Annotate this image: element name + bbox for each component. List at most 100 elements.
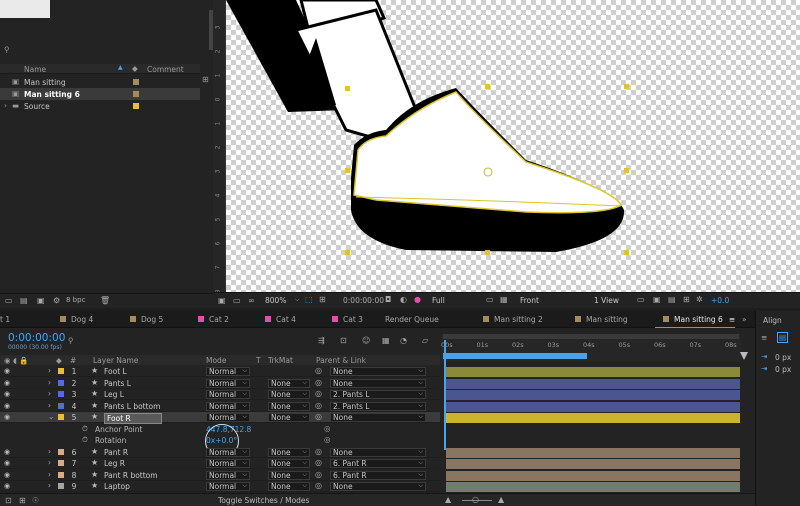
pickwhip-icon[interactable]: ◎ (315, 366, 322, 375)
graph-editor-icon[interactable]: ▱ (422, 336, 428, 345)
trkmat-select[interactable]: None (268, 482, 310, 491)
roi-icon[interactable]: ▭ (486, 295, 494, 304)
eye-icon[interactable]: ◉ (4, 367, 10, 375)
layer-name[interactable]: Pants L bottom (104, 402, 160, 411)
layer-duration-bar[interactable] (446, 459, 740, 469)
layer-row[interactable]: ◉ › 1 ★ Foot L Normal ◎ None (0, 366, 440, 377)
layer-duration-bar[interactable] (446, 367, 740, 377)
layer-duration-bar[interactable] (446, 470, 740, 481)
layer-label-color[interactable] (58, 402, 64, 409)
trkmat-select[interactable]: None (268, 470, 310, 480)
tab-render-queue[interactable]: Render Queue (385, 315, 439, 324)
trkmat-select[interactable]: None (268, 459, 310, 468)
trkmat-select[interactable]: None (268, 413, 310, 422)
col-mode[interactable]: Mode (206, 356, 226, 365)
parent-select[interactable]: None (330, 482, 426, 491)
interpret-icon[interactable]: ▭ (5, 296, 13, 305)
expand-icon[interactable]: ⊡ (5, 496, 12, 505)
eye-icon[interactable]: ◉ (4, 402, 10, 410)
mode-select[interactable]: Normal (206, 401, 250, 411)
comp-flowchart-icon[interactable]: ⇶ (318, 336, 325, 345)
layer-label-color[interactable] (58, 414, 64, 420)
pickwhip-icon[interactable]: ◎ (315, 378, 322, 387)
chevron-icon[interactable]: ⌄ (48, 412, 54, 421)
tab-cat-3[interactable]: Cat 3 (332, 315, 363, 324)
layer-search[interactable]: ⚲ (68, 336, 298, 347)
channel-icon[interactable]: ◐ (400, 295, 407, 304)
col-t[interactable]: T (256, 356, 261, 365)
camera-icon[interactable]: ◘ (385, 295, 391, 304)
sort-icon[interactable]: ▲ (118, 64, 123, 71)
trkmat-select[interactable]: None (268, 390, 310, 399)
stopwatch-icon[interactable]: ⏱ (82, 424, 88, 434)
eye-icon[interactable]: ◉ (4, 379, 10, 387)
layer-duration-bar[interactable] (446, 413, 740, 423)
project-item[interactable]: ▣ Man sitting (0, 76, 200, 88)
timeline-icon[interactable]: ▤ (668, 295, 676, 304)
motion-blur-icon[interactable]: ◔ (400, 336, 407, 345)
tab-cat-2[interactable]: Cat 2 (198, 315, 229, 324)
layer-label-color[interactable] (58, 448, 64, 455)
layer-duration-bar[interactable] (446, 378, 740, 389)
pickwhip-icon[interactable]: ◎ (315, 389, 322, 398)
layer-row[interactable]: ◉ › 4 ★ Pants L bottom Normal None ◎ 2. Pants L (0, 401, 440, 412)
folder-icon[interactable]: ▤ (20, 296, 28, 305)
mode-select[interactable]: Normal (206, 378, 250, 388)
chevron-right-icon[interactable]: › (4, 101, 7, 110)
chevron-icon[interactable]: › (48, 378, 51, 387)
parent-select[interactable]: 2. Pants L (330, 401, 426, 411)
project-item[interactable]: ▬ › Source (0, 100, 200, 112)
layer-name[interactable]: Foot R (104, 413, 162, 424)
render-range-bar[interactable] (443, 353, 587, 359)
eye-icon[interactable]: ◉ (4, 459, 10, 467)
keyframe-marker[interactable] (444, 437, 446, 444)
project-search[interactable]: ⚲ (4, 45, 213, 56)
align-center-icon[interactable]: ▤ (777, 332, 789, 343)
layer-name[interactable]: Pant R bottom (104, 471, 158, 480)
view-select[interactable]: Front (520, 296, 539, 305)
layer-duration-bar[interactable] (446, 390, 740, 400)
layer-name[interactable]: Pants L (104, 379, 131, 388)
trkmat-select[interactable]: None (268, 447, 310, 457)
pickwhip-icon[interactable]: ◎ (315, 470, 322, 479)
work-area-bar[interactable] (443, 334, 739, 339)
parent-select[interactable]: None (330, 367, 426, 376)
align-value-2[interactable]: 0 px (775, 365, 791, 374)
flowchart-icon[interactable]: ⊞ (683, 295, 690, 304)
layer-label-color[interactable] (58, 368, 64, 374)
layer-row[interactable]: ◉ › 8 ★ Pant R bottom Normal None ◎ 6. Pant R (0, 470, 440, 481)
stopwatch-icon[interactable]: ⏱ (82, 435, 88, 445)
eye-icon[interactable]: ◉ (4, 390, 10, 398)
mask-icon[interactable]: ∞ (248, 296, 255, 305)
layer-row[interactable]: ◉ › 2 ★ Pants L Normal None ◎ None (0, 378, 440, 389)
resolution-select[interactable]: Full (432, 296, 445, 305)
more-tabs-icon[interactable]: » (742, 315, 747, 324)
layer-label-color[interactable] (58, 483, 64, 489)
layer-label-color[interactable] (58, 391, 64, 397)
parent-select[interactable]: None (330, 378, 426, 388)
layer-label-color[interactable] (58, 460, 64, 466)
exposure-value[interactable]: +0.0 (711, 296, 729, 305)
layer-row[interactable]: ◉ › 3 ★ Leg L Normal None ◎ 2. Pants L (0, 389, 440, 400)
render-time-icon[interactable]: ☉ (32, 496, 39, 505)
pickwhip-icon[interactable]: ◎ (315, 481, 322, 490)
mode-select[interactable]: Normal (206, 482, 250, 491)
draft3d-icon[interactable]: ⊡ (340, 336, 347, 345)
tab-dog-4[interactable]: Dog 4 (60, 315, 93, 324)
layer-row[interactable]: ◉ › 9 ★ Laptop Normal None ◎ None (0, 481, 440, 492)
tab-man-sitting-6[interactable]: Man sitting 6 ≡ (655, 315, 736, 329)
parent-select[interactable]: None (330, 413, 426, 422)
zoom-in-icon[interactable]: ▲ (498, 495, 504, 504)
align-left-icon[interactable]: ≡ (761, 333, 767, 342)
eye-icon[interactable]: ◉ (4, 413, 10, 421)
zoom-out-icon[interactable]: ▲ (445, 495, 451, 504)
tab-man-sitting[interactable]: Man sitting (575, 315, 628, 324)
exposure-icon[interactable]: ✲ (696, 295, 703, 304)
tab-t-1[interactable]: t 1 (0, 315, 10, 324)
pickwhip-icon[interactable]: ◎ (315, 458, 322, 467)
col-num[interactable]: # (70, 356, 76, 365)
zoom-slider-thumb[interactable]: ○ (472, 495, 479, 504)
composition-viewer[interactable] (226, 0, 800, 292)
toggle-switches-modes[interactable]: Toggle Switches / Modes (218, 496, 309, 505)
flowchart-icon[interactable]: ⊞ (202, 75, 209, 84)
